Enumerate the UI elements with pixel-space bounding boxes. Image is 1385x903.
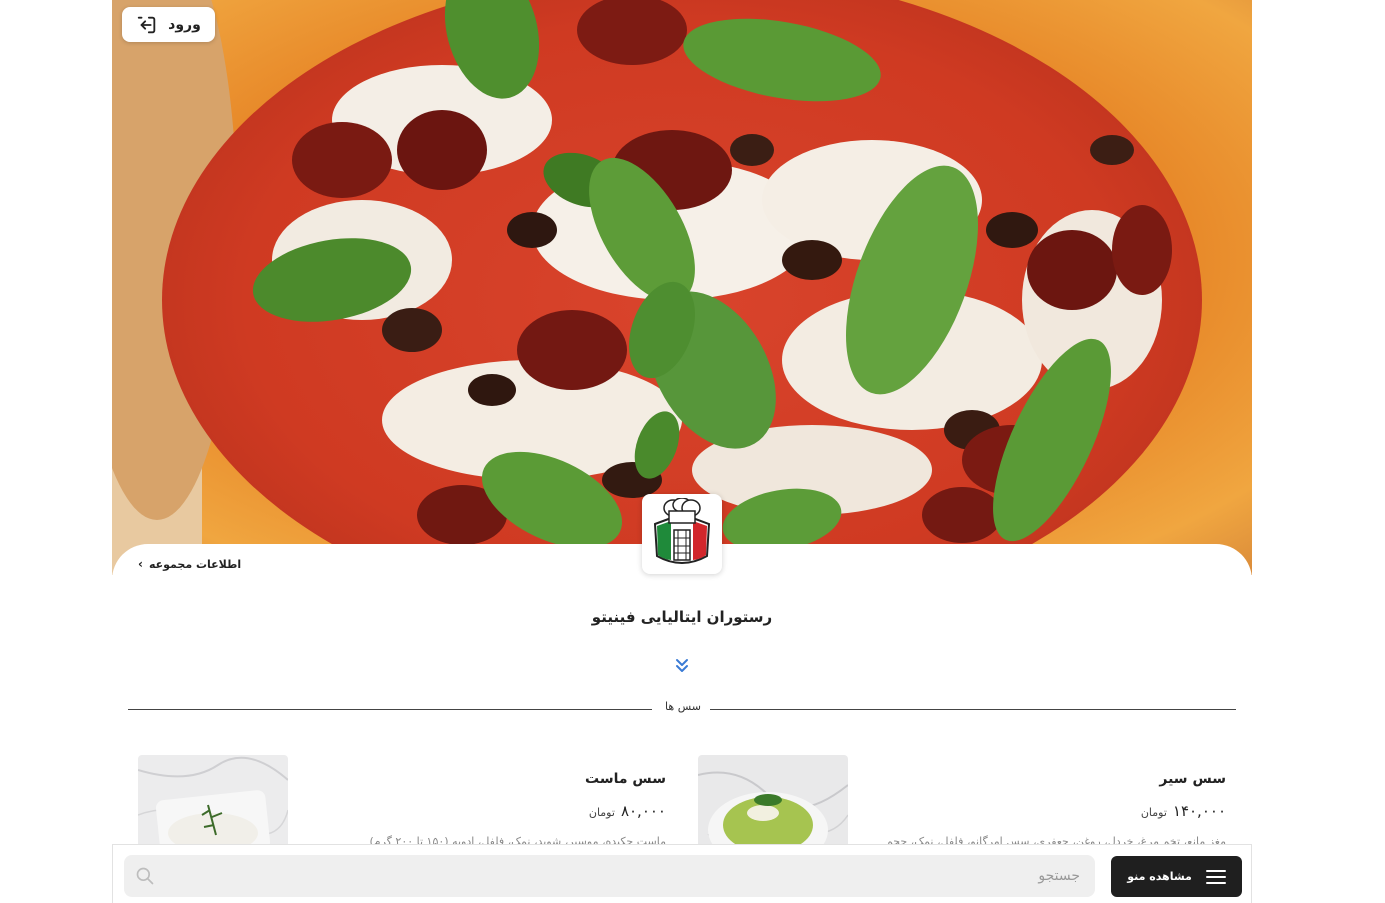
price-currency: تومان [1140, 806, 1167, 819]
login-label: ورود [168, 16, 201, 33]
search-box[interactable] [124, 855, 1095, 897]
hamburger-icon [1205, 869, 1226, 884]
chevron-left-icon: ‹ [138, 557, 143, 571]
page: ورود ‹ اطلاعات مجموعه رستوران ایتالیایی … [0, 0, 1385, 903]
double-chevron-down-icon[interactable] [674, 657, 690, 673]
hero-image [112, 0, 1252, 575]
view-menu-label: مشاهده منو [1127, 870, 1192, 883]
divider-line-left [128, 709, 652, 710]
login-button[interactable]: ورود [122, 7, 215, 42]
divider-line-right [710, 709, 1236, 710]
search-input[interactable] [164, 855, 1084, 897]
price-currency: تومان [588, 806, 615, 819]
chef-tower-logo [653, 498, 711, 564]
menu-item-title[interactable]: سس ماست [470, 771, 666, 787]
menu-item-image[interactable] [698, 755, 848, 850]
view-menu-button[interactable]: مشاهده منو [1111, 856, 1242, 897]
menu-item-image[interactable] [138, 755, 288, 850]
restaurant-info-link[interactable]: ‹ اطلاعات مجموعه [138, 556, 241, 572]
login-icon [138, 16, 156, 33]
section-title: سس ها [665, 700, 701, 713]
price-value: ۱۴۰,۰۰۰ [1172, 802, 1226, 820]
menu-item-price: ۸۰,۰۰۰ تومان [500, 802, 666, 820]
price-value: ۸۰,۰۰۰ [620, 802, 666, 820]
restaurant-logo [642, 494, 722, 574]
menu-item-price: ۱۴۰,۰۰۰ تومان [1060, 802, 1226, 820]
restaurant-info-label: اطلاعات مجموعه [148, 557, 242, 571]
section-header: سس ها [128, 698, 1236, 718]
restaurant-name: رستوران ایتالیایی فینیتو [591, 608, 773, 626]
search-icon [136, 867, 154, 885]
menu-item-title[interactable]: سس سیر [1030, 771, 1226, 787]
bottom-bar: مشاهده منو [112, 844, 1252, 903]
